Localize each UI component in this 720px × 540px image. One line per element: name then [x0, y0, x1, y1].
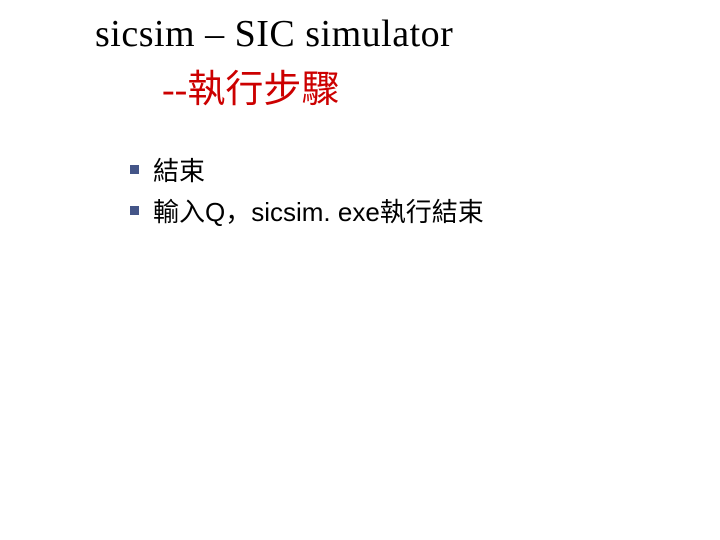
bullet-text: 結束	[153, 151, 205, 188]
slide-title-line1: sicsim – SIC simulator	[0, 12, 720, 56]
bullet-text: 輸入Q，sicsim. exe執行結束	[153, 192, 484, 229]
square-bullet-icon	[130, 165, 139, 174]
bullet-list: 結束 輸入Q，sicsim. exe執行結束	[0, 151, 720, 229]
square-bullet-icon	[130, 206, 139, 215]
list-item: 結束	[130, 151, 720, 188]
list-item: 輸入Q，sicsim. exe執行結束	[130, 192, 720, 229]
slide-content: sicsim – SIC simulator --執行步驟 結束 輸入Q，sic…	[0, 0, 720, 229]
title-dashes: --	[162, 69, 187, 111]
title-subtitle: 執行步驟	[187, 69, 339, 111]
slide-title-line2: --執行步驟	[0, 58, 720, 113]
